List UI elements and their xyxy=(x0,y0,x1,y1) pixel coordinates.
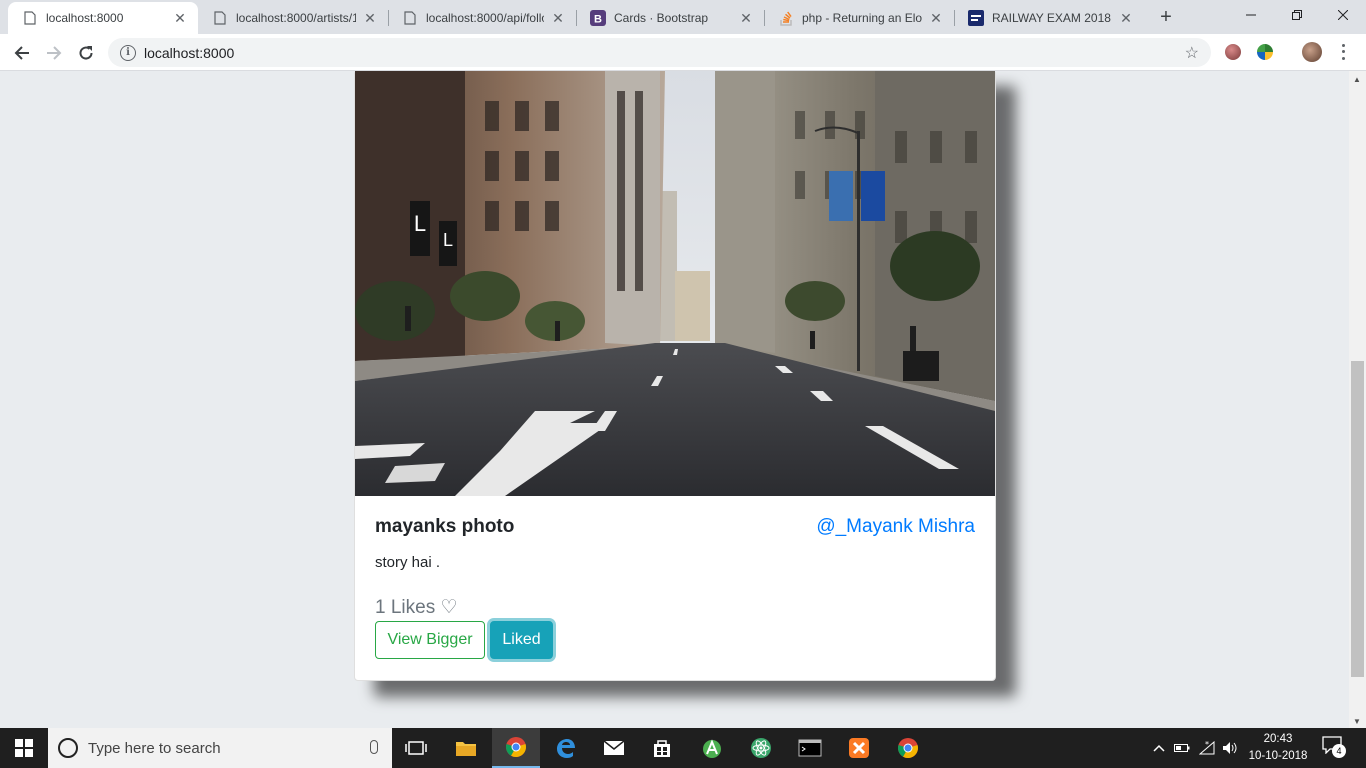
bootstrap-icon: B xyxy=(590,10,606,26)
android-studio-icon[interactable] xyxy=(688,728,736,768)
edge-icon[interactable] xyxy=(541,728,589,768)
windows-taskbar: Type here to search * 20:43 10-10-2018 4 xyxy=(0,728,1366,768)
tab-artists[interactable]: localhost:8000/artists/1 ✕ xyxy=(198,2,388,34)
notification-count-badge: 4 xyxy=(1332,744,1346,758)
liked-button[interactable]: Liked xyxy=(490,621,553,659)
tab-bootstrap-cards[interactable]: B Cards · Bootstrap ✕ xyxy=(576,2,764,34)
clock-date: 10-10-2018 xyxy=(1248,750,1308,762)
close-icon xyxy=(1338,10,1348,20)
tab-title: localhost:8000/artists/1 xyxy=(236,11,356,25)
tab-stackoverflow[interactable]: php - Returning an Eloq ✕ xyxy=(764,2,954,34)
chevron-up-icon[interactable] xyxy=(1150,728,1168,768)
tab-title: php - Returning an Eloq xyxy=(802,11,922,25)
reload-button[interactable] xyxy=(72,39,100,67)
card-image[interactable]: L L xyxy=(355,71,995,496)
reload-icon xyxy=(79,46,93,60)
card-title: mayanks photo xyxy=(375,516,515,537)
chrome-icon[interactable] xyxy=(884,728,932,768)
view-bigger-button[interactable]: View Bigger xyxy=(375,621,485,659)
file-explorer-icon[interactable] xyxy=(442,728,490,768)
vertical-scrollbar[interactable]: ▲ ▼ xyxy=(1349,71,1366,728)
taskbar-search[interactable]: Type here to search xyxy=(48,728,392,768)
store-icon[interactable] xyxy=(638,728,686,768)
new-tab-button[interactable]: + xyxy=(1155,6,1177,28)
svg-text:L: L xyxy=(414,211,426,236)
tab-title: RAILWAY EXAM 2018. L xyxy=(992,11,1112,25)
system-clock[interactable]: 20:43 10-10-2018 xyxy=(1238,731,1318,765)
xampp-icon[interactable] xyxy=(835,728,883,768)
photo-card: L L mayanks photo @_Mayank Mishra story … xyxy=(354,71,996,681)
forward-arrow-icon xyxy=(47,46,62,60)
tab-title: localhost:8000/api/follo xyxy=(426,11,544,25)
minimize-icon xyxy=(1246,14,1256,16)
close-icon[interactable]: ✕ xyxy=(362,10,378,27)
url-text: localhost:8000 xyxy=(144,44,235,61)
start-button[interactable] xyxy=(0,728,48,768)
terminal-icon[interactable] xyxy=(786,728,834,768)
volume-icon[interactable] xyxy=(1220,728,1240,768)
address-bar[interactable]: i localhost:8000 ☆ xyxy=(108,38,1211,67)
page-icon xyxy=(212,10,228,26)
task-view-icon[interactable] xyxy=(392,728,440,768)
profile-avatar[interactable] xyxy=(1302,42,1322,62)
tab-railway[interactable]: RAILWAY EXAM 2018. L ✕ xyxy=(954,2,1144,34)
restore-icon xyxy=(1292,10,1302,20)
cortana-icon xyxy=(58,738,78,758)
wifi-icon[interactable]: * xyxy=(1196,728,1218,768)
svg-text:*: * xyxy=(1205,741,1209,749)
windows-logo-icon xyxy=(15,739,33,757)
atom-icon[interactable] xyxy=(737,728,785,768)
chrome-taskbar-icon[interactable] xyxy=(492,728,540,768)
browser-toolbar: i localhost:8000 ☆ xyxy=(0,34,1366,71)
street-photo: L L xyxy=(355,71,995,496)
close-icon[interactable]: ✕ xyxy=(172,10,188,27)
svg-text:L: L xyxy=(443,230,453,250)
close-icon[interactable]: ✕ xyxy=(738,10,754,27)
mail-icon[interactable] xyxy=(590,728,638,768)
tab-title: Cards · Bootstrap xyxy=(614,11,709,25)
likes-count: 1 Likes ♡ xyxy=(375,597,458,618)
microphone-icon[interactable] xyxy=(370,740,378,754)
card-text: story hai . xyxy=(375,554,441,571)
info-icon[interactable]: i xyxy=(120,44,136,61)
menu-kebab-icon[interactable] xyxy=(1338,42,1348,62)
restore-button[interactable] xyxy=(1274,0,1320,30)
scrollbar-thumb[interactable] xyxy=(1351,361,1364,677)
tab-api[interactable]: localhost:8000/api/follo ✕ xyxy=(388,2,576,34)
tab-title: localhost:8000 xyxy=(46,11,124,25)
back-button[interactable] xyxy=(8,39,36,67)
search-placeholder: Type here to search xyxy=(88,739,221,757)
page-icon xyxy=(402,10,418,26)
forward-button[interactable] xyxy=(40,39,68,67)
close-icon[interactable]: ✕ xyxy=(550,10,566,27)
svg-text:B: B xyxy=(594,14,602,26)
back-arrow-icon xyxy=(14,46,29,60)
scroll-down-icon[interactable]: ▼ xyxy=(1353,717,1361,726)
clock-time: 20:43 xyxy=(1263,733,1293,745)
extension-icon[interactable] xyxy=(1257,44,1273,60)
page-viewport: L L mayanks photo @_Mayank Mishra story … xyxy=(0,71,1349,728)
page-icon xyxy=(22,10,38,26)
action-center-button[interactable]: 4 xyxy=(1322,736,1346,758)
close-icon[interactable]: ✕ xyxy=(928,10,944,27)
minimize-button[interactable] xyxy=(1228,0,1274,30)
close-icon[interactable]: ✕ xyxy=(1118,10,1134,27)
author-link[interactable]: @_Mayank Mishra xyxy=(816,516,975,538)
site-icon xyxy=(968,10,984,26)
scroll-up-icon[interactable]: ▲ xyxy=(1353,75,1361,84)
tab-localhost[interactable]: localhost:8000 ✕ xyxy=(8,2,198,34)
battery-icon[interactable] xyxy=(1172,728,1192,768)
extension-icon[interactable] xyxy=(1225,44,1241,60)
close-window-button[interactable] xyxy=(1320,0,1366,30)
bookmark-star-icon[interactable]: ☆ xyxy=(1185,43,1199,63)
tab-strip: localhost:8000 ✕ localhost:8000/artists/… xyxy=(0,0,1366,34)
stackoverflow-icon xyxy=(778,10,794,26)
